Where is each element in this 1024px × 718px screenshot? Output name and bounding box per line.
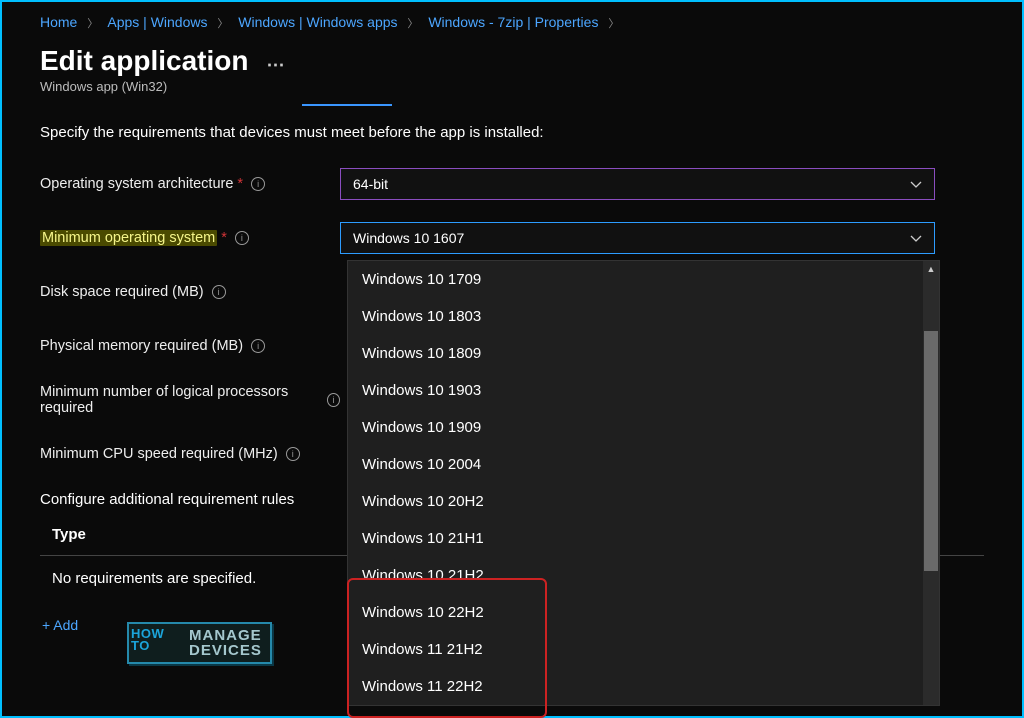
info-icon[interactable]: i (251, 339, 265, 353)
processors-label: Minimum number of logical processors req… (40, 384, 340, 416)
instruction-text: Specify the requirements that devices mu… (40, 124, 984, 141)
watermark-logo: HOWTO MANAGE DEVICES (127, 622, 272, 664)
info-icon[interactable]: i (286, 447, 300, 461)
chevron-right-icon: 〉 (217, 15, 228, 31)
min-os-label: Minimum operating system * i (40, 230, 340, 246)
os-option[interactable]: Windows 10 1809 (348, 335, 939, 372)
min-os-value: Windows 10 1607 (353, 230, 464, 246)
chevron-down-icon (910, 178, 922, 190)
os-arch-label: Operating system architecture * i (40, 176, 340, 192)
os-option[interactable]: Windows 10 1909 (348, 409, 939, 446)
os-option[interactable]: Windows 10 1903 (348, 372, 939, 409)
page-title-text: Edit application (40, 45, 248, 77)
os-arch-value: 64-bit (353, 176, 388, 192)
required-indicator: * (237, 176, 243, 192)
more-actions-button[interactable]: ⋯ (266, 55, 284, 76)
breadcrumb-apps[interactable]: Apps | Windows (107, 14, 207, 30)
chevron-down-icon (910, 232, 922, 244)
info-icon[interactable]: i (212, 285, 226, 299)
breadcrumb-home[interactable]: Home (40, 14, 77, 30)
os-option[interactable]: Windows 11 21H2 (348, 631, 939, 668)
os-option[interactable]: Windows 10 1709 (348, 261, 939, 298)
info-icon[interactable]: i (251, 177, 265, 191)
os-option[interactable]: Windows 11 22H2 (348, 668, 939, 705)
page-subtitle: Windows app (Win32) (2, 77, 1022, 104)
scrollbar-thumb[interactable] (924, 331, 938, 571)
os-option[interactable]: Windows 10 21H1 (348, 520, 939, 557)
tab-indicator (302, 104, 392, 106)
breadcrumb: Home 〉 Apps | Windows 〉 Windows | Window… (2, 2, 1022, 39)
dropdown-scrollbar[interactable]: ▲ (923, 261, 939, 705)
os-option[interactable]: Windows 10 22H2 (348, 594, 939, 631)
breadcrumb-properties[interactable]: Windows - 7zip | Properties (428, 14, 598, 30)
breadcrumb-windows-apps[interactable]: Windows | Windows apps (238, 14, 397, 30)
os-option[interactable]: Windows 10 1803 (348, 298, 939, 335)
os-option[interactable]: Windows 10 2004 (348, 446, 939, 483)
scroll-up-icon[interactable]: ▲ (923, 261, 939, 277)
disk-space-label: Disk space required (MB) i (40, 284, 340, 300)
info-icon[interactable]: i (235, 231, 249, 245)
os-arch-dropdown[interactable]: 64-bit (340, 168, 935, 200)
cpu-speed-label: Minimum CPU speed required (MHz) i (40, 446, 340, 462)
min-os-options-list[interactable]: Windows 10 1709 Windows 10 1803 Windows … (347, 260, 940, 706)
min-os-dropdown[interactable]: Windows 10 1607 (340, 222, 935, 254)
chevron-right-icon: 〉 (608, 15, 619, 31)
info-icon[interactable]: i (327, 393, 340, 407)
chevron-right-icon: 〉 (407, 15, 418, 31)
add-requirement-link[interactable]: + Add (40, 601, 80, 649)
memory-label: Physical memory required (MB) i (40, 338, 340, 354)
chevron-right-icon: 〉 (87, 15, 98, 31)
os-option[interactable]: Windows 10 20H2 (348, 483, 939, 520)
required-indicator: * (221, 230, 227, 246)
page-title: Edit application ⋯ (2, 39, 1022, 77)
os-option[interactable]: Windows 10 21H2 (348, 557, 939, 594)
